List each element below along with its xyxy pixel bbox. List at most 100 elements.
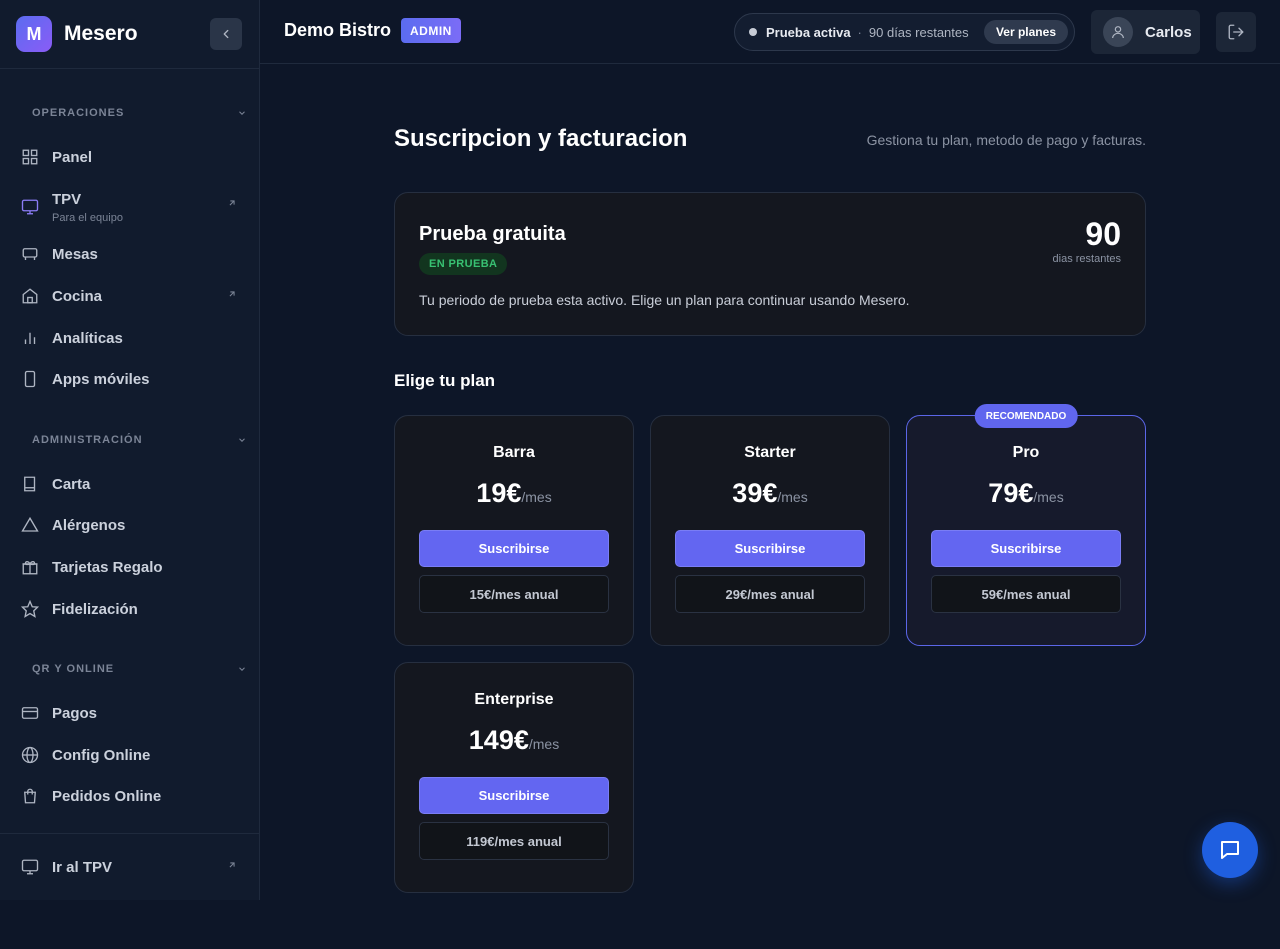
external-link-icon [229,291,235,297]
sidebar-item-label: Panel [52,148,93,166]
sidebar-item-ir-al-tpv[interactable]: Ir al TPV [0,852,259,882]
chat-icon [1221,841,1239,859]
chat-button[interactable] [1202,822,1258,878]
plan-name: Starter [744,444,796,461]
sidebar-item-apps-moviles[interactable]: Apps móviles [0,364,259,394]
subscribe-button[interactable]: Suscribirse [675,530,865,567]
sidebar-item-fidelizacion[interactable]: Fidelización [0,594,259,624]
page-subtitle: Gestiona tu plan, metodo de pago y factu… [866,132,1146,148]
plan-name: Enterprise [474,691,554,708]
sidebar-item-label: Ir al TPV [52,858,113,876]
sidebar-item-tpv[interactable]: TPV Para el equipo [0,190,259,224]
trial-card: Prueba gratuita EN PRUEBA Tu periodo de … [394,192,1146,336]
plan-card-enterprise: Enterprise 149€/mes Suscribirse 119€/mes… [394,662,634,893]
sidebar-item-panel[interactable]: Panel [0,142,259,172]
star-icon [20,599,40,619]
sidebar-item-label: Config Online [52,746,151,764]
brand-header: M Mesero [0,0,259,69]
sidebar-item-config-online[interactable]: Config Online [0,740,259,770]
sidebar-item-analiticas[interactable]: Analíticas [0,323,259,353]
user-name: Carlos [1145,23,1192,41]
user-icon [1112,26,1124,39]
status-badge: EN PRUEBA [419,253,508,275]
sidebar-item-sublabel: Para el equipo [52,211,123,224]
trial-days-value: 90 [1085,216,1121,252]
role-badge: ADMIN [401,18,461,43]
plan-price-value: 149€ [468,725,529,755]
sidebar-item-pedidos-online[interactable]: Pedidos Online [0,781,259,811]
plan-price-value: 39€ [732,478,778,508]
plan-card-pro: RECOMENDADO Pro 79€/mes Suscribirse 59€/… [906,404,1146,646]
plan-price-unit: /mes [521,489,552,505]
annual-plan-button[interactable]: 15€/mes anual [419,575,609,613]
chevron-down-icon [239,667,245,671]
external-link-icon [229,862,235,868]
sidebar-item-label: Mesas [52,245,98,263]
trial-days-label: dias restantes [1052,253,1121,265]
page-title: Suscripcion y facturacion [394,125,688,152]
sidebar-item-pagos[interactable]: Pagos [0,698,259,728]
credit-card-icon [20,703,40,723]
sidebar-item-label: Analíticas [52,329,123,347]
sidebar-item-mesas[interactable]: Mesas [0,239,259,269]
section-qr-online[interactable]: QR Y ONLINE [0,659,259,679]
monitor-icon [20,197,40,217]
view-plans-button[interactable]: Ver planes [983,20,1068,44]
annual-plan-button[interactable]: 59€/mes anual [931,575,1121,613]
shopping-bag-icon [20,786,40,806]
recommended-badge: RECOMENDADO [974,404,1078,428]
sidebar-item-tarjetas-regalo[interactable]: Tarjetas Regalo [0,552,259,582]
plan-card-starter: Starter 39€/mes Suscribirse 29€/mes anua… [650,415,890,646]
chevron-down-icon [239,438,245,442]
section-label: OPERACIONES [32,107,125,119]
annual-plan-button[interactable]: 119€/mes anual [419,822,609,860]
sidebar-item-carta[interactable]: Carta [0,469,259,499]
subscribe-button[interactable]: Suscribirse [931,530,1121,567]
plan-price-unit: /mes [528,736,560,752]
sidebar: M Mesero OPERACIONES Panel TPV Para el eq… [0,0,260,900]
sidebar-item-label: Carta [52,475,91,493]
user-menu[interactable]: Carlos [1091,10,1200,54]
bar-chart-icon [20,328,40,348]
table-icon [20,244,40,264]
plan-price: 79€/mes [907,478,1145,509]
trial-card-title: Prueba gratuita [419,223,566,245]
sidebar-item-label: TPV [52,190,82,208]
sidebar-item-label: Pedidos Online [52,787,162,805]
sidebar-item-label: Alérgenos [52,516,126,534]
section-operaciones[interactable]: OPERACIONES [0,103,259,123]
gift-icon [20,557,40,577]
section-administracion[interactable]: ADMINISTRACIÓN [0,430,259,450]
collapse-sidebar-button[interactable] [210,18,242,50]
section-label: QR Y ONLINE [32,663,115,675]
subscribe-button[interactable]: Suscribirse [419,530,609,567]
annual-plan-button[interactable]: 29€/mes anual [675,575,865,613]
sidebar-item-cocina[interactable]: Cocina [0,281,259,311]
sidebar-item-label: Cocina [52,287,103,305]
sidebar-item-label: Apps móviles [52,370,150,388]
restaurant-name: Demo Bistro [284,20,392,40]
plan-price-value: 79€ [988,478,1034,508]
chevron-left-icon [223,29,229,39]
chevron-down-icon [239,111,245,115]
plans-heading: Elige tu plan [394,371,496,390]
trial-separator: · [857,24,862,40]
plan-name: Pro [1012,444,1040,461]
status-dot-icon [749,28,757,36]
subscribe-button[interactable]: Suscribirse [419,777,609,814]
plan-price: 149€/mes [395,725,633,756]
plan-price-value: 19€ [476,478,522,508]
globe-icon [20,745,40,765]
external-link-icon [229,200,235,206]
logout-icon [1228,24,1244,40]
plan-price: 19€/mes [395,478,633,509]
monitor-icon [20,857,40,877]
trial-card-description: Tu periodo de prueba esta activo. Elige … [419,292,910,308]
plan-card-barra: Barra 19€/mes Suscribirse 15€/mes anual [394,415,634,646]
trial-days: 90 días restantes [868,24,969,40]
logout-button[interactable] [1216,12,1256,52]
sidebar-item-alergenos[interactable]: Alérgenos [0,510,259,540]
plan-price-unit: /mes [777,489,808,505]
top-header: Demo Bistro ADMIN Prueba activa · 90 día… [260,0,1280,64]
sidebar-footer: Ir al TPV [0,833,259,900]
